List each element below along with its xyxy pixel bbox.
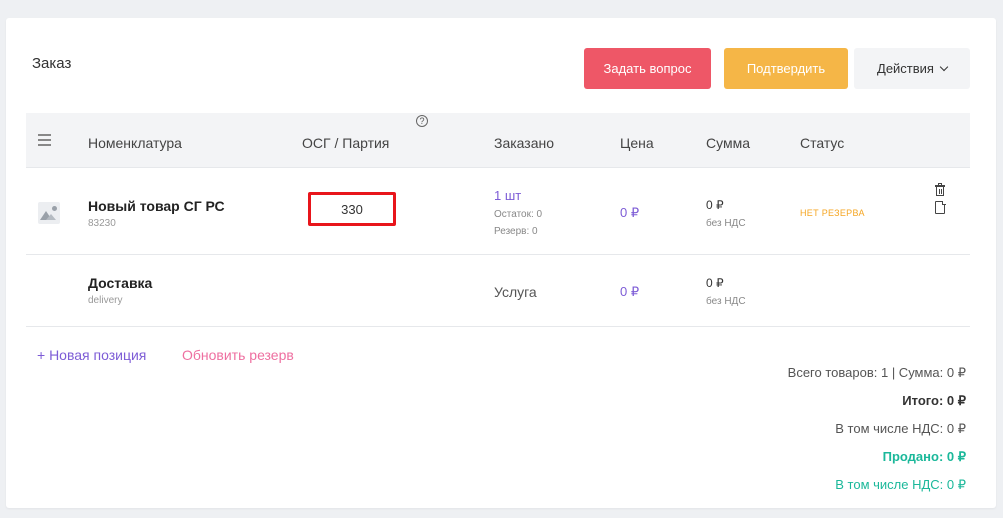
actions-dropdown-button[interactable]: Действия bbox=[854, 48, 970, 89]
product-name[interactable]: Новый товар СГ РС bbox=[88, 198, 225, 214]
total-amount: Итого: 0 ₽ bbox=[902, 393, 966, 408]
confirm-button[interactable]: Подтвердить bbox=[724, 48, 848, 89]
update-reserve-link[interactable]: Обновить резерв bbox=[182, 347, 294, 363]
product-name[interactable]: Доставка bbox=[88, 275, 152, 291]
sold-amount: Продано: 0 ₽ bbox=[882, 449, 966, 464]
list-icon[interactable] bbox=[38, 134, 51, 146]
product-sku: delivery bbox=[88, 295, 123, 306]
column-status: Статус bbox=[800, 135, 845, 151]
table-row: Новый товар СГ РС 83230 1 шт Остаток: 0 … bbox=[26, 168, 970, 255]
column-ordered: Заказано bbox=[494, 135, 555, 151]
help-icon[interactable]: ? bbox=[416, 115, 428, 127]
price-value[interactable]: 0 ₽ bbox=[620, 284, 639, 300]
sum-value: 0 ₽ bbox=[706, 198, 724, 212]
product-sku: 83230 bbox=[88, 218, 116, 229]
column-sum: Сумма bbox=[706, 135, 750, 151]
service-label: Услуга bbox=[494, 284, 537, 300]
table-header: Номенклатура ОСГ / Партия ? Заказано Цен… bbox=[26, 113, 970, 168]
ordered-quantity[interactable]: 1 шт bbox=[494, 188, 521, 203]
sold-vat-included: В том числе НДС: 0 ₽ bbox=[835, 477, 966, 492]
vat-note: без НДС bbox=[706, 296, 746, 307]
column-osg: ОСГ / Партия bbox=[302, 135, 390, 151]
status-badge: НЕТ РЕЗЕРВА bbox=[800, 208, 865, 218]
table-row: Доставка delivery Услуга 0 ₽ 0 ₽ без НДС bbox=[26, 255, 970, 327]
price-value[interactable]: 0 ₽ bbox=[620, 205, 639, 221]
chevron-down-icon bbox=[939, 62, 949, 71]
trash-icon[interactable] bbox=[934, 183, 946, 197]
actions-label: Действия bbox=[877, 61, 934, 76]
order-card: Заказ Задать вопрос Подтвердить Действия… bbox=[6, 18, 996, 508]
reserve-text: Резерв: 0 bbox=[494, 226, 538, 237]
items-summary: Всего товаров: 1 | Сумма: 0 ₽ bbox=[787, 365, 966, 380]
column-name: Номенклатура bbox=[88, 135, 182, 151]
sum-value: 0 ₽ bbox=[706, 276, 724, 290]
new-position-link[interactable]: + Новая позиция bbox=[37, 347, 146, 363]
remainder-text: Остаток: 0 bbox=[494, 209, 543, 220]
vat-included: В том числе НДС: 0 ₽ bbox=[835, 421, 966, 436]
ask-question-button[interactable]: Задать вопрос bbox=[584, 48, 711, 89]
vat-note: без НДС bbox=[706, 218, 746, 229]
osg-batch-input[interactable] bbox=[308, 192, 396, 226]
image-placeholder-icon bbox=[38, 202, 60, 224]
card-title: Заказ bbox=[32, 55, 72, 72]
document-icon[interactable] bbox=[934, 201, 946, 214]
column-price: Цена bbox=[620, 135, 654, 151]
